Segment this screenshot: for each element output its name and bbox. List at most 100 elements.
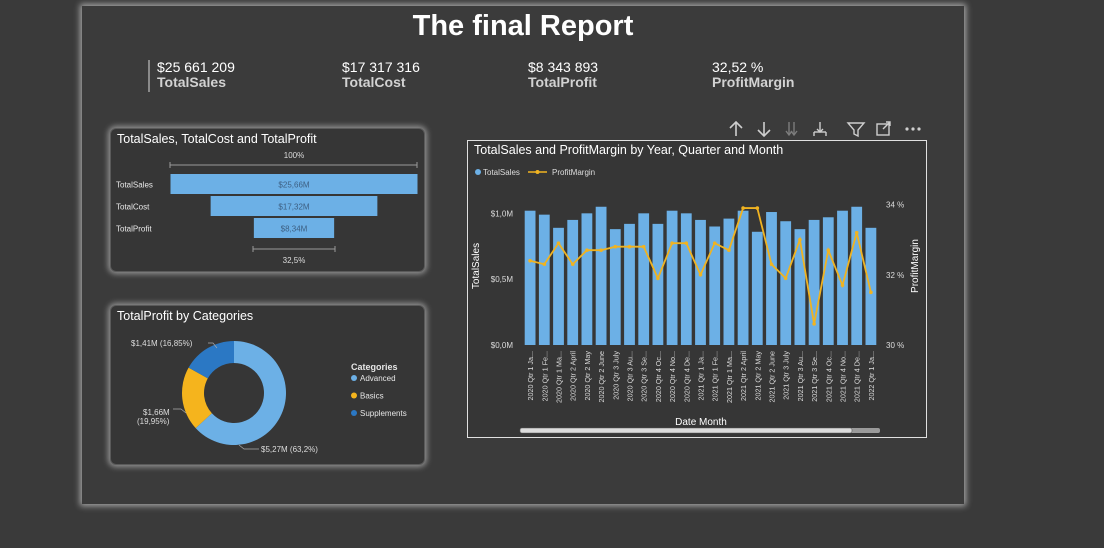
sales-bar[interactable] bbox=[524, 210, 536, 345]
funnel-row-label: TotalProfit bbox=[116, 225, 152, 234]
profit-margin-point[interactable] bbox=[570, 262, 575, 267]
go-to-next-level-icon[interactable] bbox=[785, 122, 798, 137]
x-tick-label: 2020 Qtr 1 Fe... bbox=[540, 351, 549, 401]
x-axis-title: Date Month bbox=[675, 417, 727, 428]
donut-panel[interactable]: TotalProfit by Categories $5,27M (63,2%)… bbox=[110, 305, 425, 465]
profit-margin-point[interactable] bbox=[599, 248, 603, 252]
funnel-bar-value: $25,66M bbox=[278, 181, 309, 190]
sales-bar[interactable] bbox=[737, 210, 749, 345]
y-axis-title-left: TotalSales bbox=[471, 243, 482, 289]
filter-icon[interactable] bbox=[846, 122, 866, 138]
sales-bar[interactable] bbox=[538, 214, 550, 345]
profit-margin-point[interactable] bbox=[727, 248, 731, 252]
kpi-profit-margin[interactable]: 32,52 % ProfitMargin bbox=[712, 60, 794, 90]
x-tick-label: 2020 Qtr 4 De... bbox=[682, 351, 691, 402]
focus-mode-icon[interactable] bbox=[876, 121, 891, 136]
drill-up-icon[interactable] bbox=[729, 120, 743, 136]
x-tick-label: 2021 Qtr 4 De... bbox=[853, 351, 862, 402]
donut-label-basics: $1,66M bbox=[143, 408, 170, 417]
profit-margin-point[interactable] bbox=[840, 283, 845, 288]
profit-margin-point[interactable] bbox=[854, 230, 859, 235]
profit-margin-point[interactable] bbox=[798, 237, 802, 242]
profit-margin-point[interactable] bbox=[656, 276, 660, 281]
donut-label-basics-pct: (19,95%) bbox=[137, 417, 170, 426]
profit-margin-point[interactable] bbox=[741, 206, 745, 210]
sales-bar[interactable] bbox=[638, 213, 650, 345]
profit-margin-point[interactable] bbox=[556, 241, 561, 245]
more-options-icon[interactable] bbox=[905, 127, 921, 131]
sales-bar[interactable] bbox=[695, 219, 706, 345]
x-tick-label: 2020 Qtr 4 No... bbox=[668, 351, 677, 402]
funnel-row-label: TotalCost bbox=[116, 203, 150, 212]
profit-margin-point[interactable] bbox=[769, 262, 774, 267]
funnel-row-label: TotalSales bbox=[116, 181, 153, 190]
x-tick-label: 2021 Qtr 2 April bbox=[739, 351, 748, 401]
sales-bar[interactable] bbox=[567, 219, 579, 345]
profit-margin-point[interactable] bbox=[585, 248, 589, 252]
svg-text:TotalSales: TotalSales bbox=[483, 168, 520, 177]
legend-item-advanced[interactable]: Advanced bbox=[360, 374, 396, 383]
kpi-label: TotalCost bbox=[342, 74, 406, 90]
sales-bar[interactable] bbox=[865, 227, 877, 345]
kpi-value: $25 661 209 bbox=[157, 59, 235, 75]
kpi-total-cost[interactable]: $17 317 316 TotalCost bbox=[342, 60, 420, 90]
sales-bar[interactable] bbox=[751, 231, 763, 345]
scrollbar-thumb[interactable] bbox=[519, 427, 853, 434]
profit-margin-point[interactable] bbox=[613, 244, 618, 249]
report-canvas: The final Report $25 661 209 TotalSales … bbox=[82, 6, 964, 504]
profit-margin-point[interactable] bbox=[627, 244, 632, 249]
svg-text:ProfitMargin: ProfitMargin bbox=[552, 168, 595, 177]
legend-item-basics[interactable]: Basics bbox=[360, 392, 384, 401]
y-axis-title-right: ProfitMargin bbox=[910, 239, 921, 293]
legend-swatch-advanced bbox=[351, 375, 357, 381]
legend-swatch-basics bbox=[351, 392, 357, 399]
profit-margin-point[interactable] bbox=[869, 290, 873, 295]
x-tick-label: 2021 Qtr 4 Oc... bbox=[824, 351, 833, 402]
profit-margin-point[interactable] bbox=[783, 276, 788, 281]
combo-panel[interactable]: TotalSales and ProfitMargin by Year, Qua… bbox=[467, 140, 927, 438]
sales-bar[interactable] bbox=[595, 206, 607, 345]
x-tick-label: 2020 Qtr 4 Oc... bbox=[654, 351, 663, 402]
x-tick-label: 2021 Qtr 1 Ma... bbox=[725, 351, 734, 403]
x-tick-label: 2021 Qtr 1 Fe... bbox=[711, 351, 720, 401]
sales-bar[interactable] bbox=[780, 221, 792, 345]
sales-bar[interactable] bbox=[652, 223, 664, 345]
x-tick-label: 2020 Qtr 1 Ja... bbox=[526, 351, 535, 401]
x-tick-label: 2021 Qtr 3 July bbox=[782, 351, 791, 400]
profit-margin-point[interactable] bbox=[641, 244, 646, 249]
kpi-value: $8 343 893 bbox=[528, 59, 599, 75]
profit-margin-point[interactable] bbox=[812, 322, 816, 326]
kpi-total-sales[interactable]: $25 661 209 TotalSales bbox=[157, 60, 235, 90]
sales-bar[interactable] bbox=[808, 219, 820, 345]
profit-margin-point[interactable] bbox=[670, 241, 674, 245]
expand-hierarchy-icon[interactable] bbox=[813, 122, 827, 136]
funnel-panel[interactable]: TotalSales, TotalCost and TotalProfit 10… bbox=[110, 128, 425, 272]
profit-margin-point[interactable] bbox=[755, 206, 760, 210]
y-left-tick: $0,0M bbox=[491, 341, 514, 350]
sales-bar[interactable] bbox=[624, 223, 635, 345]
x-tick-label: 2021 Qtr 3 Se... bbox=[810, 351, 819, 402]
sales-bar[interactable] bbox=[553, 227, 564, 345]
sales-bar[interactable] bbox=[822, 217, 834, 345]
x-tick-label: 2020 Qtr 2 May bbox=[583, 351, 592, 401]
legend-item-supplements[interactable]: Supplements bbox=[360, 409, 407, 418]
sales-bar[interactable] bbox=[851, 206, 863, 345]
sales-bar[interactable] bbox=[680, 213, 692, 345]
sales-bar[interactable] bbox=[666, 210, 678, 345]
donut-chart: $5,27M (63,2%) $1,66M (19,95%) $1,41M (1… bbox=[131, 339, 407, 454]
profit-margin-point[interactable] bbox=[684, 241, 689, 245]
sales-bar[interactable] bbox=[766, 212, 777, 345]
profit-margin-point[interactable] bbox=[542, 262, 547, 267]
visual-toolbar bbox=[729, 120, 921, 138]
profit-margin-point[interactable] bbox=[698, 272, 703, 277]
kpi-total-profit[interactable]: $8 343 893 TotalProfit bbox=[528, 60, 598, 90]
sales-bar[interactable] bbox=[581, 213, 593, 345]
donut-label-supplements: $1,41M (16,85%) bbox=[131, 339, 193, 348]
x-tick-label: 2021 Qtr 3 Au... bbox=[796, 351, 805, 401]
profit-margin-point[interactable] bbox=[528, 258, 532, 263]
sales-bar[interactable] bbox=[794, 229, 806, 345]
profit-margin-point[interactable] bbox=[826, 248, 831, 252]
profit-margin-point[interactable] bbox=[712, 241, 717, 245]
funnel-bar-value: $8,34M bbox=[281, 225, 308, 234]
drill-down-icon[interactable] bbox=[757, 122, 771, 138]
